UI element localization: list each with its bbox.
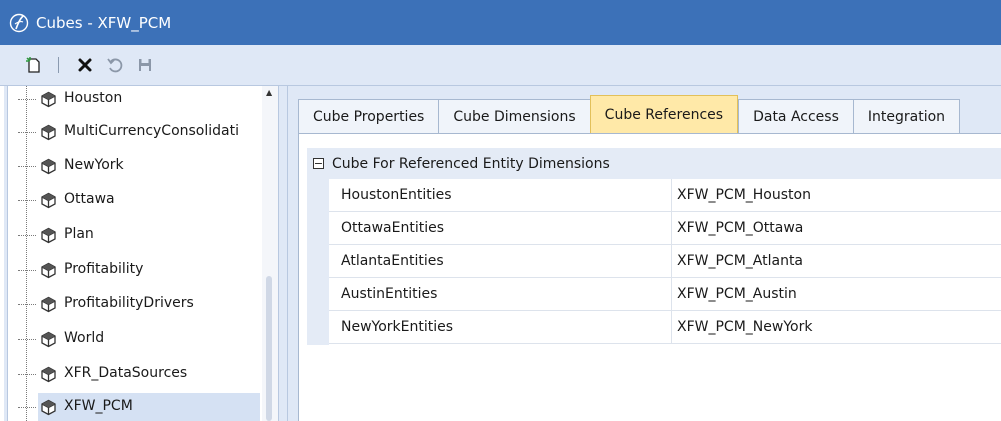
row-name: HoustonEntities: [341, 187, 452, 203]
cube-icon: [40, 124, 57, 141]
pane-splitter[interactable]: [278, 86, 288, 421]
scroll-up-icon[interactable]: ▲: [266, 88, 272, 97]
tree-item-xfr-datasources[interactable]: XFR_DataSources: [8, 358, 262, 390]
grid-row[interactable]: HoustonEntities XFW_PCM_Houston: [329, 179, 1001, 212]
grid-row[interactable]: OttawaEntities XFW_PCM_Ottawa: [329, 212, 1001, 245]
row-value[interactable]: XFW_PCM_Houston: [671, 179, 811, 212]
row-value[interactable]: XFW_PCM_Atlanta: [671, 245, 803, 278]
cube-tree[interactable]: Houston MultiCurrencyConsolidati NewYork…: [8, 86, 262, 421]
cube-icon: [40, 192, 57, 209]
tab-cube-references[interactable]: Cube References: [589, 95, 739, 133]
collapse-icon[interactable]: −: [313, 158, 324, 169]
group-indent: [307, 179, 329, 345]
cube-icon: [40, 262, 57, 279]
grid-row[interactable]: NewYorkEntities XFW_PCM_NewYork: [329, 311, 1001, 344]
tree-item-label: XFR_DataSources: [64, 365, 188, 381]
row-name: OttawaEntities: [341, 220, 444, 236]
window-title: Cubes - XFW_PCM: [36, 13, 172, 32]
tree-item-world[interactable]: World: [8, 323, 262, 355]
revert-icon[interactable]: [103, 53, 127, 77]
row-name: NewYorkEntities: [341, 319, 454, 335]
grid-row[interactable]: AustinEntities XFW_PCM_Austin: [329, 278, 1001, 311]
tab-cube-dimensions[interactable]: Cube Dimensions: [438, 99, 590, 133]
group-label: Cube For Referenced Entity Dimensions: [332, 155, 610, 172]
row-value[interactable]: XFW_PCM_NewYork: [671, 311, 812, 344]
tree-item-multicurrencyconsolidation[interactable]: MultiCurrencyConsolidati: [8, 116, 262, 148]
row-name: AustinEntities: [341, 286, 438, 302]
tree-item-plan[interactable]: Plan: [8, 219, 262, 251]
row-value[interactable]: XFW_PCM_Austin: [671, 278, 797, 311]
tree-scrollbar[interactable]: ▲: [262, 86, 278, 421]
row-name: AtlantaEntities: [341, 253, 444, 269]
title-bar: Cubes - XFW_PCM: [0, 0, 1001, 45]
tree-item-label: Plan: [64, 226, 94, 242]
tree-item-profitabilitydrivers[interactable]: ProfitabilityDrivers: [8, 288, 262, 320]
cube-icon: [40, 296, 57, 313]
toolbar: [0, 45, 1001, 86]
tree-item-label: MultiCurrencyConsolidati: [64, 123, 239, 139]
tree-item-profitability[interactable]: Profitability: [8, 254, 262, 286]
tab-strip: Cube Properties Cube Dimensions Cube Ref…: [298, 95, 961, 133]
toolbar-separator: [58, 57, 59, 73]
tree-item-label: World: [64, 330, 105, 346]
cube-icon: [40, 366, 57, 383]
delete-icon[interactable]: [73, 53, 97, 77]
tree-item-newyork[interactable]: NewYork: [8, 150, 262, 182]
group-header[interactable]: − Cube For Referenced Entity Dimensions: [307, 148, 1001, 179]
cube-icon: [40, 158, 57, 175]
scrollbar-thumb[interactable]: [266, 276, 272, 421]
tab-cube-properties[interactable]: Cube Properties: [298, 99, 439, 133]
property-grid: − Cube For Referenced Entity Dimensions …: [298, 133, 1001, 421]
cube-icon: [40, 399, 57, 416]
grid-row[interactable]: AtlantaEntities XFW_PCM_Atlanta: [329, 245, 1001, 278]
app-logo-icon: [8, 12, 30, 34]
tree-item-ottawa[interactable]: Ottawa: [8, 184, 262, 216]
details-pane: Cube Properties Cube Dimensions Cube Ref…: [288, 86, 1001, 421]
tree-item-label: Profitability: [64, 261, 144, 277]
tab-integration[interactable]: Integration: [852, 99, 961, 133]
tab-data-access[interactable]: Data Access: [738, 99, 853, 133]
tree-item-houston[interactable]: Houston: [8, 86, 262, 115]
row-value[interactable]: XFW_PCM_Ottawa: [671, 212, 803, 245]
tree-item-label: XFW_PCM: [64, 398, 133, 414]
cube-icon: [40, 91, 57, 108]
save-icon[interactable]: [133, 53, 157, 77]
tree-item-label: ProfitabilityDrivers: [64, 295, 194, 311]
tree-item-label: NewYork: [64, 157, 124, 173]
tree-item-xfw-pcm[interactable]: XFW_PCM: [8, 391, 262, 421]
cube-icon: [40, 227, 57, 244]
tree-item-label: Houston: [64, 90, 123, 106]
tree-item-label: Ottawa: [64, 191, 115, 207]
cube-icon: [40, 331, 57, 348]
new-icon[interactable]: [22, 53, 46, 77]
